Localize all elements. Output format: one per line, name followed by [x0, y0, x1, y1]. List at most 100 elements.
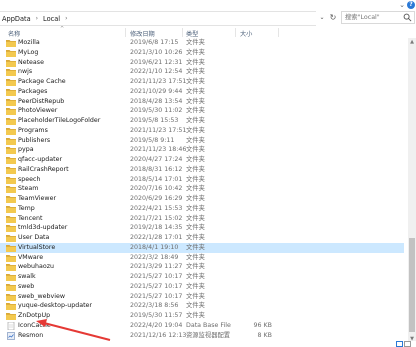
- folder-icon: [6, 225, 16, 233]
- file-name: PhotoViewer: [18, 107, 58, 115]
- breadcrumb[interactable]: AppData › Local ›: [0, 11, 316, 26]
- file-row[interactable]: PeerDistRepub 2018/4/28 13:54 文件夹: [0, 97, 404, 107]
- large-icons-view-icon[interactable]: [404, 341, 411, 347]
- folder-icon: [6, 79, 16, 86]
- file-row[interactable]: pypa 2021/11/23 18:46 文件夹: [0, 145, 404, 155]
- file-row[interactable]: PlaceholderTileLogoFolder 2019/5/8 15:53 文…: [0, 116, 404, 126]
- file-type: 文件夹: [186, 302, 205, 310]
- folder-icon: [6, 264, 16, 272]
- file-type: 文件夹: [186, 312, 205, 319]
- file-row[interactable]: speech 2018/5/14 17:01 文件夹: [0, 175, 404, 185]
- file-type: 文件夹: [186, 165, 205, 173]
- file-row[interactable]: VMware 2022/3/2 18:49 文件夹: [0, 253, 404, 263]
- file-type: 文件夹: [186, 214, 205, 222]
- address-history-dropdown-icon[interactable]: ⌄: [318, 14, 326, 22]
- column-header-name[interactable]: 名称: [8, 29, 20, 38]
- file-date-modified: 2021/7/21 15:02: [130, 214, 183, 222]
- file-row[interactable]: sweb_webview 2021/5/27 10:17 文件夹: [0, 292, 404, 302]
- expand-ribbon-icon[interactable]: ⌄: [398, 1, 406, 9]
- search-box[interactable]: [341, 11, 415, 24]
- file-row[interactable]: tmld3d-updater 2019/2/18 14:35 文件夹: [0, 223, 404, 233]
- column-divider[interactable]: [278, 28, 279, 37]
- scroll-thumb[interactable]: [409, 238, 415, 332]
- file-row[interactable]: qfacc-updater 2020/4/27 17:24 文件夹: [0, 155, 404, 165]
- file-row[interactable]: Tencent 2021/7/21 15:02 文件夹: [0, 214, 404, 224]
- breadcrumb-item-local[interactable]: Local: [43, 15, 60, 23]
- breadcrumb-separator-icon[interactable]: ›: [31, 15, 43, 22]
- file-row[interactable]: swalk 2021/5/27 10:17 文件夹: [0, 272, 404, 282]
- file-row[interactable]: Steam 2020/7/16 10:42 文件夹: [0, 184, 404, 194]
- file-date-modified: 2019/6/8 17:15: [130, 39, 179, 46]
- details-view-icon[interactable]: [396, 341, 403, 347]
- file-row[interactable]: nwjs 2022/1/10 12:54 文件夹: [0, 67, 404, 77]
- file-date-modified: 2021/5/27 10:17: [130, 292, 183, 300]
- file-date-modified: 2018/4/1 19:10: [130, 243, 179, 251]
- file-row[interactable]: Mozilla 2019/6/8 17:15 文件夹: [0, 38, 404, 48]
- file-row[interactable]: PhotoViewer 2019/5/30 11:02 文件夹: [0, 106, 404, 116]
- file-type: 文件夹: [186, 253, 205, 261]
- file-name: VirtualStore: [18, 243, 56, 251]
- search-input[interactable]: [342, 12, 401, 23]
- column-header-date[interactable]: 修改日期: [130, 29, 155, 38]
- file-name: swalk: [18, 273, 36, 280]
- file-type: 文件夹: [186, 175, 205, 183]
- file-row[interactable]: yuque-desktop-updater 2022/3/18 8:56 文件夹: [0, 301, 404, 311]
- file-list: Mozilla 2019/6/8 17:15 文件夹 MyLog 2021/3/10 1…: [0, 38, 404, 343]
- file-name: ZnDotpUp: [18, 312, 51, 319]
- file-row[interactable]: Programs 2021/11/23 17:51 文件夹: [0, 126, 404, 136]
- file-size: 96 KB: [253, 321, 272, 329]
- file-row[interactable]: webuhaozu 2021/3/29 11:27 文件夹: [0, 262, 404, 272]
- file-row[interactable]: User Data 2022/1/28 17:01 文件夹: [0, 233, 404, 243]
- file-date-modified: 2019/5/30 11:02: [130, 107, 183, 115]
- file-date-modified: 2020/4/27 17:24: [130, 156, 183, 163]
- column-divider[interactable]: [125, 28, 126, 37]
- file-date-modified: 2021/5/27 10:17: [130, 282, 183, 290]
- file-row[interactable]: Packages 2021/10/29 9:44 文件夹: [0, 87, 404, 97]
- refresh-icon[interactable]: ↻: [328, 13, 338, 23]
- search-icon[interactable]: [403, 13, 412, 22]
- file-row[interactable]: RailCrashReport 2018/8/31 16:12 文件夹: [0, 165, 404, 175]
- file-name: IconCache: [18, 321, 51, 329]
- address-bar: AppData › Local › ⌄ ↻: [0, 10, 416, 26]
- file-row[interactable]: Publishers 2019/5/8 9:11 文件夹: [0, 136, 404, 146]
- file-name: Netease: [18, 58, 44, 66]
- file-date-modified: 2021/12/16 12:13: [130, 331, 187, 339]
- file-type: 文件夹: [186, 136, 205, 144]
- column-divider[interactable]: [235, 28, 236, 37]
- file-date-modified: 2021/11/23 17:51: [130, 126, 187, 134]
- file-row[interactable]: Netease 2019/6/21 12:31 文件夹: [0, 58, 404, 68]
- breadcrumb-separator-icon[interactable]: ›: [60, 15, 72, 22]
- file-type: 文件夹: [186, 117, 205, 124]
- folder-icon: [6, 69, 16, 77]
- file-name: sweb_webview: [18, 292, 65, 300]
- folder-icon: [6, 235, 16, 242]
- file-name: MyLog: [18, 48, 39, 56]
- file-row[interactable]: ZnDotpUp 2019/5/30 11:57 文件夹: [0, 311, 404, 321]
- column-divider[interactable]: [182, 28, 183, 37]
- column-header-size[interactable]: 大小: [240, 29, 252, 38]
- file-row[interactable]: Temp 2022/4/21 15:53 文件夹: [0, 204, 404, 214]
- file-date-modified: 2022/3/2 18:49: [130, 253, 179, 261]
- scroll-up-icon[interactable]: ▲: [408, 38, 416, 46]
- file-row[interactable]: IconCache 2022/4/20 19:04 Data Base File 96…: [0, 321, 404, 331]
- file-row[interactable]: Resmon 2021/12/16 12:13 资源监视器配置 8 KB: [0, 331, 404, 341]
- folder-icon: [6, 313, 16, 320]
- file-type: 文件夹: [186, 87, 205, 95]
- breadcrumb-item-appdata[interactable]: AppData: [0, 15, 31, 23]
- vertical-scrollbar[interactable]: ▲ ▼: [408, 38, 416, 343]
- file-type: 文件夹: [186, 185, 205, 193]
- file-name: qfacc-updater: [18, 156, 63, 163]
- file-row[interactable]: MyLog 2021/3/10 10:26 文件夹: [0, 48, 404, 58]
- file-row[interactable]: VirtualStore 2018/4/1 19:10 文件夹: [0, 242, 404, 253]
- file-row[interactable]: TeamViewer 2020/6/29 16:29 文件夹: [0, 194, 404, 204]
- file-row[interactable]: sweb 2021/5/27 10:17 文件夹: [0, 282, 404, 292]
- file-type: 文件夹: [186, 282, 205, 290]
- file-date-modified: 2021/11/23 18:46: [130, 146, 187, 154]
- file-date-modified: 2022/4/20 19:04: [130, 321, 183, 329]
- column-header-type[interactable]: 类型: [186, 29, 198, 38]
- folder-icon: [6, 176, 16, 184]
- help-icon[interactable]: ?: [407, 1, 415, 9]
- file-date-modified: 2022/1/28 17:01: [130, 234, 183, 241]
- file-row[interactable]: Package Cache 2021/11/23 17:51 文件夹: [0, 77, 404, 87]
- file-date-modified: 2019/5/30 11:57: [130, 312, 183, 319]
